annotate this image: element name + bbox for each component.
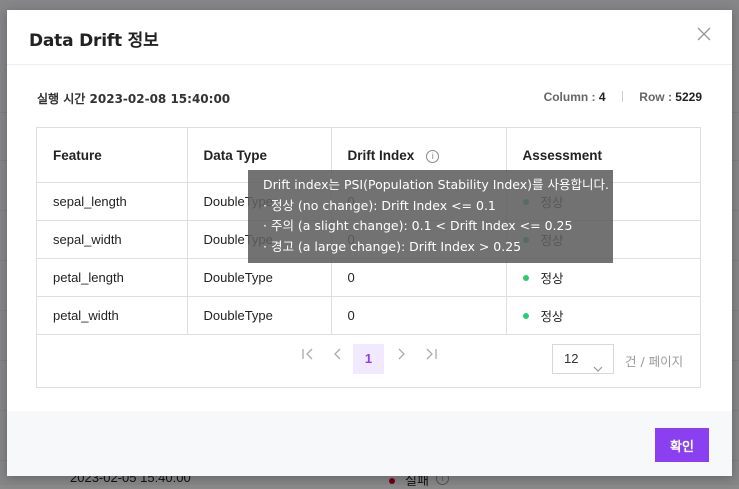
- next-page-icon[interactable]: [389, 344, 413, 368]
- run-time: 실행 시간 2023-02-08 15:40:00: [37, 92, 231, 106]
- modal-title: Data Drift 정보: [29, 31, 159, 51]
- run-info-bar: 실행 시간 2023-02-08 15:40:00 Column : 4 Row…: [37, 90, 702, 110]
- assessment-label: 정상: [540, 309, 564, 324]
- first-page-icon[interactable]: [296, 344, 320, 368]
- table-row: petal_length DoubleType 0 정상: [37, 258, 700, 297]
- cell-data-type: DoubleType: [187, 258, 332, 297]
- column-count: 4: [598, 90, 606, 104]
- page-size-value: 12: [564, 351, 579, 366]
- ok-status-dot: [522, 275, 529, 281]
- stats: Column : 4 Row : 5229: [544, 90, 702, 104]
- last-page-icon[interactable]: [419, 344, 443, 368]
- cell-data-type: DoubleType: [187, 296, 332, 335]
- row-count: 5229: [675, 90, 702, 104]
- cell-assessment: 정상: [506, 258, 700, 297]
- table-row: petal_width DoubleType 0 정상: [37, 296, 700, 335]
- column-label: Column :: [543, 90, 596, 104]
- cell-drift-index: 0: [331, 258, 507, 297]
- close-icon[interactable]: [696, 26, 712, 42]
- cell-assessment: 정상: [506, 296, 700, 335]
- row-label: Row :: [639, 90, 672, 104]
- tooltip-line: · 경고 (a large change): Drift Index > 0.2…: [263, 238, 522, 254]
- prev-page-icon[interactable]: [326, 344, 350, 368]
- header-drift-index-label: Drift Index: [347, 147, 415, 163]
- tooltip-line: Drift index는 PSI(Population Stability In…: [263, 177, 610, 192]
- cell-feature: sepal_width: [37, 220, 188, 259]
- pagination: 1 12 건 / 페이지: [37, 334, 700, 378]
- tooltip-line: · 주의 (a slight change): 0.1 < Drift Inde…: [263, 218, 573, 233]
- info-icon[interactable]: i: [426, 149, 440, 163]
- page-1-button[interactable]: 1: [353, 344, 384, 374]
- cell-feature: petal_length: [37, 258, 188, 297]
- modal-header: Data Drift 정보: [7, 10, 732, 65]
- cell-feature: sepal_length: [37, 182, 188, 221]
- assessment-label: 정상: [540, 271, 564, 286]
- header-feature: Feature: [37, 128, 188, 183]
- chevron-down-icon: [593, 355, 603, 383]
- cell-feature: petal_width: [37, 296, 188, 335]
- drift-index-tooltip: Drift index는 PSI(Population Stability In…: [248, 170, 613, 263]
- divider: [621, 91, 623, 102]
- modal-footer: 확인: [7, 411, 732, 476]
- tooltip-line: · 정상 (no change): Drift Index <= 0.1: [263, 197, 496, 213]
- ok-status-dot: [522, 313, 529, 319]
- cell-drift-index: 0: [331, 296, 507, 335]
- page-size-unit: 건 / 페이지: [625, 354, 684, 369]
- confirm-button[interactable]: 확인: [655, 428, 709, 462]
- page-size-select[interactable]: 12: [552, 344, 614, 374]
